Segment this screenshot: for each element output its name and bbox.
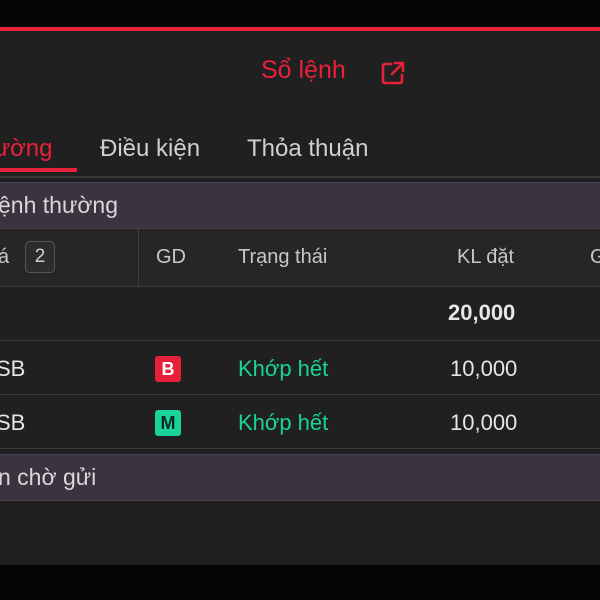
order-count-badge: 2 [25, 241, 55, 273]
group-header-pending[interactable]: n chờ gửi [0, 454, 600, 501]
tabs-divider [0, 176, 600, 178]
table-row[interactable]: SB M Khớp hết 10,000 [0, 395, 600, 449]
tab-bar: ường Điều kiện Thỏa thuận [0, 128, 600, 176]
column-header-status: Trạng thái [238, 246, 328, 268]
page-title: Sổ lệnh [261, 56, 346, 84]
order-qty: 10,000 [450, 356, 518, 381]
order-symbol: SB [0, 356, 26, 381]
sell-badge: M [155, 410, 181, 436]
column-header-next: G [590, 246, 600, 268]
table-header: á 2 GD Trạng thái KL đặt G [0, 229, 600, 287]
order-qty: 10,000 [450, 410, 518, 435]
column-header-first: á [0, 246, 10, 268]
tab-active-indicator [0, 168, 77, 172]
column-header-side: GD [156, 246, 186, 268]
external-link-icon[interactable] [380, 60, 406, 86]
header: Sổ lệnh [0, 54, 600, 94]
table-row[interactable]: SB B Khớp hết 10,000 [0, 341, 600, 395]
total-row: 20,000 [0, 287, 600, 341]
tab-normal[interactable]: ường [0, 135, 53, 163]
column-header-qty: KL đặt [457, 246, 515, 268]
group-header-normal[interactable]: ệnh thường [0, 182, 600, 229]
total-qty: 20,000 [448, 300, 516, 325]
top-bar [0, 0, 600, 27]
tab-conditional[interactable]: Điều kiện [100, 135, 200, 163]
buy-badge: B [155, 356, 181, 382]
order-status: Khớp hết [238, 410, 329, 435]
order-status: Khớp hết [238, 356, 329, 381]
group-label-pending: n chờ gửi [0, 464, 97, 490]
order-symbol: SB [0, 410, 26, 435]
group-label-normal: ệnh thường [0, 192, 119, 218]
bottom-bar [0, 565, 600, 600]
tab-negotiated[interactable]: Thỏa thuận [247, 135, 368, 163]
